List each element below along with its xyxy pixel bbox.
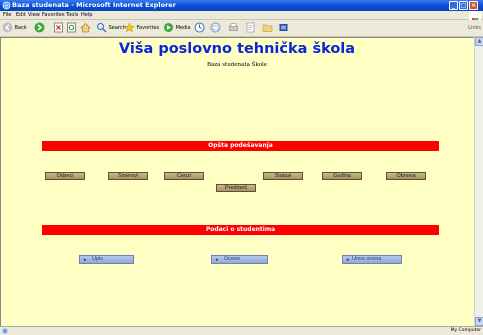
title-bar[interactable]: e Baza studenata - Microsoft Internet Ex… xyxy=(0,0,483,11)
edit-button[interactable] xyxy=(245,22,256,35)
back-button[interactable]: Back xyxy=(2,22,27,35)
menu-bar: File Edit View Favorites Tools Help xyxy=(0,11,483,25)
refresh-icon xyxy=(67,22,76,33)
search-icon xyxy=(97,23,107,33)
menu-edit[interactable]: Edit xyxy=(16,11,26,20)
section-student-data: Podaci o studentima xyxy=(42,225,439,235)
forward-arrow-icon xyxy=(34,22,45,33)
ocene-label: Ocene xyxy=(224,256,241,262)
play-arrow-icon: ► xyxy=(215,257,220,262)
ie-icon: e xyxy=(2,1,11,10)
mail-icon xyxy=(210,22,221,33)
back-label: Back xyxy=(14,25,27,31)
star-icon xyxy=(124,22,135,33)
search-button[interactable]: Search xyxy=(96,22,126,35)
stop-button[interactable] xyxy=(54,22,63,35)
minimize-button[interactable]: _ xyxy=(449,1,458,10)
favorites-button[interactable]: Favorites xyxy=(124,22,159,35)
windows-flag-icon xyxy=(469,11,481,25)
document-icon xyxy=(246,22,255,33)
history-button[interactable] xyxy=(194,22,205,35)
folder-icon xyxy=(262,24,273,32)
messenger-icon xyxy=(279,24,288,31)
page-subtitle: Baza studenata Škole xyxy=(206,62,268,68)
menu-help[interactable]: Help xyxy=(81,11,92,20)
media-button[interactable]: Media xyxy=(163,22,191,35)
folder-button[interactable] xyxy=(262,22,273,35)
stop-icon xyxy=(54,22,63,33)
history-icon xyxy=(194,22,205,33)
window-title: Baza studenata - Microsoft Internet Expl… xyxy=(12,1,176,9)
media-icon xyxy=(164,23,173,32)
scroll-up-icon[interactable]: ▲ xyxy=(475,37,483,46)
play-arrow-icon: ► xyxy=(83,257,88,262)
mail-button[interactable] xyxy=(210,22,221,35)
menu-view[interactable]: View xyxy=(28,11,40,20)
favorites-label: Favorites xyxy=(136,25,160,31)
refresh-button[interactable] xyxy=(67,22,76,35)
play-arrow-icon: ► xyxy=(346,257,351,262)
obnova-button[interactable]: Obnova xyxy=(386,172,426,180)
vertical-scrollbar[interactable]: ▲ ▼ xyxy=(474,37,483,326)
unos-ocena-label: Unos ocena xyxy=(352,256,382,262)
toolbar: Back Search Favorites Media Links xyxy=(0,20,483,37)
home-icon xyxy=(80,23,91,33)
printer-icon xyxy=(229,23,238,31)
browser-window: e Baza studenata - Microsoft Internet Ex… xyxy=(0,0,483,334)
smerovi-button[interactable]: Smerovi xyxy=(108,172,148,180)
links-label[interactable]: Links xyxy=(468,22,481,35)
print-button[interactable] xyxy=(228,22,239,35)
svg-text:e: e xyxy=(5,3,8,9)
page-icon xyxy=(2,328,8,334)
close-button[interactable]: × xyxy=(469,1,478,10)
home-button[interactable] xyxy=(80,22,91,35)
menu-favorites[interactable]: Favorites xyxy=(42,11,65,20)
godina-button[interactable]: Godina xyxy=(322,172,362,180)
forward-button[interactable] xyxy=(34,22,45,35)
maximize-button[interactable]: □ xyxy=(459,1,468,10)
cenzi-button[interactable]: Cenzi xyxy=(164,172,204,180)
page-content xyxy=(0,37,474,326)
menu-tools[interactable]: Tools xyxy=(66,11,78,20)
upis-button[interactable]: ► Upis xyxy=(79,255,134,264)
statusi-button[interactable]: Statusi xyxy=(263,172,303,180)
section-general-settings: Opšta podešavanja xyxy=(42,141,439,151)
messenger-button[interactable] xyxy=(278,22,289,35)
page-title: Viša poslovno tehnička škola xyxy=(118,41,356,57)
ocene-button[interactable]: ► Ocene xyxy=(211,255,268,264)
menu-file[interactable]: File xyxy=(3,11,11,20)
media-label: Media xyxy=(175,25,191,31)
unos-ocena-button[interactable]: ► Unos ocena xyxy=(342,255,402,264)
upis-label: Upis xyxy=(92,256,104,262)
status-bar: My Computer xyxy=(0,326,483,334)
scroll-down-icon[interactable]: ▼ xyxy=(475,317,483,326)
predmeti-button[interactable]: Predmeti xyxy=(216,184,256,192)
back-arrow-icon xyxy=(2,22,13,33)
odseci-button[interactable]: Odseci xyxy=(45,172,85,180)
